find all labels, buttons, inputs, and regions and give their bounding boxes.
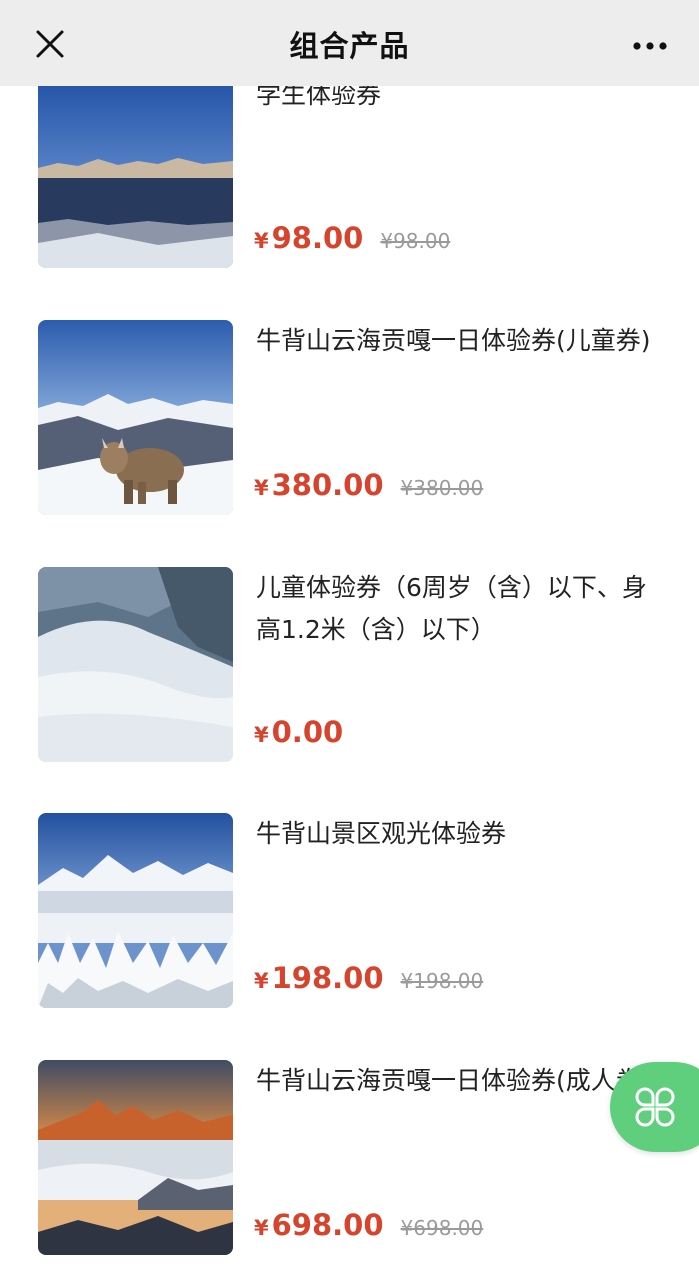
current-price: 98.00 bbox=[271, 221, 364, 255]
currency-symbol: ¥ bbox=[254, 229, 269, 253]
floating-menu-button[interactable] bbox=[610, 1062, 699, 1152]
original-price: ¥698.00 bbox=[400, 1216, 484, 1240]
page-title: 组合产品 bbox=[289, 29, 410, 63]
product-image[interactable] bbox=[38, 73, 233, 268]
product-name: 牛背山景区观光体验券 bbox=[256, 819, 507, 848]
current-price: 380.00 bbox=[271, 468, 384, 502]
top-navbar: 组合产品 bbox=[0, 0, 699, 86]
price-row: ¥ 698.00 ¥698.00 bbox=[254, 1208, 483, 1254]
product-image[interactable] bbox=[38, 1060, 233, 1255]
product-card[interactable]: 儿童体验券（6周岁（含）以下、身高1.2米（含）以下） ¥ 0.00 bbox=[0, 567, 699, 767]
product-card[interactable]: 牛背山景区观光体验券 ¥ 198.00 ¥198.00 bbox=[0, 813, 699, 1013]
product-name: 牛背山云海贡嘎一日体验券(儿童券) bbox=[256, 326, 651, 355]
product-image[interactable] bbox=[38, 567, 233, 762]
product-image[interactable] bbox=[38, 813, 233, 1008]
currency-symbol: ¥ bbox=[254, 969, 269, 993]
product-card[interactable]: 牛背山云海贡嘎一日体验券(儿童券) ¥ 380.00 ¥380.00 bbox=[0, 320, 699, 520]
original-price: ¥98.00 bbox=[380, 229, 451, 253]
more-dots-icon bbox=[633, 42, 667, 50]
product-list: 学生体验券 ¥ 98.00 ¥98.00 牛背山云海贡嘎一日体验券(儿童券) ¥… bbox=[0, 0, 699, 1280]
product-image[interactable] bbox=[38, 320, 233, 515]
original-price: ¥198.00 bbox=[400, 969, 484, 993]
currency-symbol: ¥ bbox=[254, 476, 269, 500]
original-price: ¥380.00 bbox=[400, 476, 484, 500]
currency-symbol: ¥ bbox=[254, 1216, 269, 1240]
product-name: 儿童体验券（6周岁（含）以下、身高1.2米（含）以下） bbox=[256, 573, 647, 644]
price-row: ¥ 380.00 ¥380.00 bbox=[254, 468, 483, 514]
more-button[interactable] bbox=[623, 26, 677, 66]
currency-symbol: ¥ bbox=[254, 723, 269, 747]
four-leaf-clover-icon bbox=[635, 1087, 675, 1127]
product-card[interactable]: 牛背山云海贡嘎一日体验券(成人券) ¥ 698.00 ¥698.00 bbox=[0, 1060, 699, 1260]
price-row: ¥ 0.00 bbox=[254, 715, 343, 761]
current-price: 698.00 bbox=[271, 1208, 384, 1242]
current-price: 198.00 bbox=[271, 961, 384, 995]
current-price: 0.00 bbox=[271, 715, 344, 749]
product-name: 牛背山云海贡嘎一日体验券(成人券) bbox=[256, 1066, 651, 1095]
product-card[interactable]: 学生体验券 ¥ 98.00 ¥98.00 bbox=[0, 73, 699, 273]
price-row: ¥ 198.00 ¥198.00 bbox=[254, 961, 483, 1007]
price-row: ¥ 98.00 ¥98.00 bbox=[254, 221, 450, 267]
